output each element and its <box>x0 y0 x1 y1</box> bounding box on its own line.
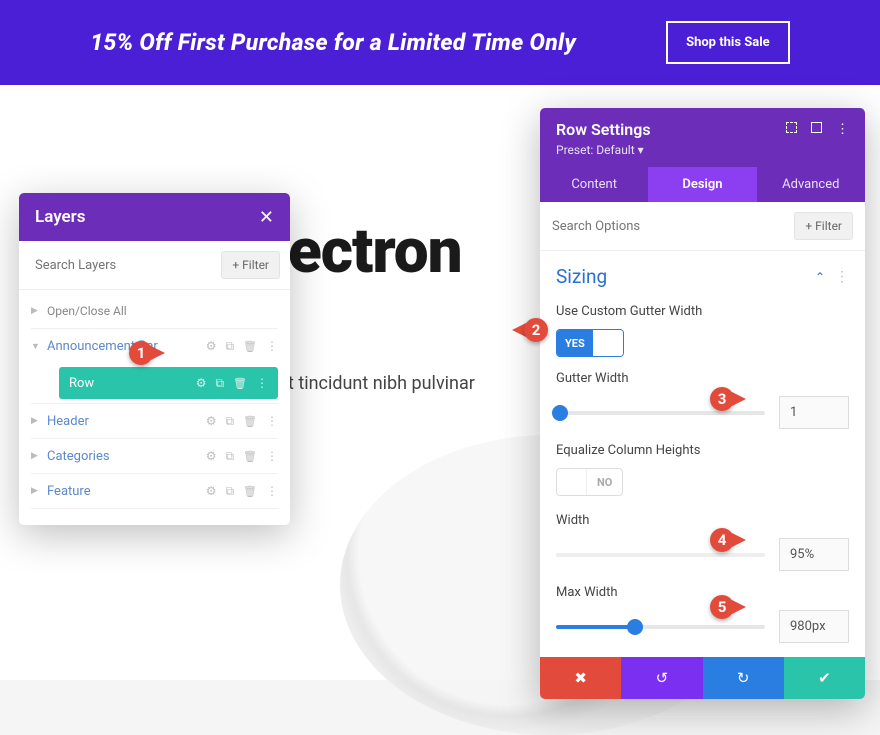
section-sizing-header[interactable]: Sizing ⌃ <box>540 251 865 294</box>
layers-filter-button[interactable]: + Filter <box>221 251 280 279</box>
layer-label: Feature <box>47 484 206 499</box>
settings-header: Row Settings Preset: Default ▾ <box>540 108 865 167</box>
layer-label: Header <box>47 414 206 429</box>
more-icon[interactable] <box>836 122 849 137</box>
promo-bar: 15% Off First Purchase for a Limited Tim… <box>0 0 880 85</box>
chevron-right-icon: ▶ <box>31 451 41 461</box>
chevron-right-icon: ▶ <box>31 416 41 426</box>
duplicate-icon[interactable] <box>225 339 234 354</box>
chevron-up-icon: ⌃ <box>815 270 825 284</box>
toggle-no-label: NO <box>587 476 622 489</box>
toggle-knob <box>557 469 587 495</box>
field-label: Width <box>556 513 849 528</box>
open-close-all[interactable]: ▶ Open/Close All <box>19 294 290 328</box>
cancel-button[interactable]: ✖ <box>540 657 621 699</box>
columns-icon[interactable] <box>811 122 822 137</box>
slider-gutter-width[interactable] <box>556 411 765 415</box>
gear-icon[interactable] <box>206 339 217 354</box>
duplicate-icon[interactable] <box>215 376 224 391</box>
more-icon[interactable] <box>266 414 278 429</box>
gear-icon[interactable] <box>206 449 217 464</box>
settings-filter-button[interactable]: + Filter <box>794 212 853 240</box>
stage: ectron t tincidunt nibh pulvinar Layers … <box>0 85 880 680</box>
tab-design[interactable]: Design <box>648 167 756 202</box>
toggle-knob <box>593 330 623 356</box>
hero-heading-fragment: ectron <box>288 215 462 288</box>
settings-title: Row Settings <box>556 120 786 139</box>
field-width: Width 95% <box>540 503 865 575</box>
field-label: Gutter Width <box>556 371 849 386</box>
save-button[interactable]: ✔ <box>784 657 865 699</box>
layers-search-input[interactable] <box>35 258 221 273</box>
close-icon[interactable]: ✕ <box>259 207 274 228</box>
toggle-yes-label: YES <box>557 330 593 356</box>
tab-content[interactable]: Content <box>540 167 648 202</box>
layers-header: Layers ✕ <box>19 193 290 241</box>
slider-width[interactable] <box>556 553 765 557</box>
gear-icon[interactable] <box>206 414 217 429</box>
field-label: Max Width <box>556 585 849 600</box>
more-icon[interactable] <box>266 449 278 464</box>
more-icon[interactable] <box>256 376 268 391</box>
field-custom-gutter: Use Custom Gutter Width YES <box>540 294 865 361</box>
layers-search-row: + Filter <box>19 241 290 290</box>
slider-thumb[interactable] <box>627 619 643 635</box>
layer-item-feature[interactable]: ▶ Feature <box>19 474 290 508</box>
layer-item-row-active[interactable]: Row <box>59 367 278 399</box>
more-icon[interactable] <box>835 269 849 285</box>
row-settings-panel: Row Settings Preset: Default ▾ Content D… <box>540 108 865 699</box>
layers-list: ▶ Open/Close All ▼ Announcement Bar Row <box>19 290 290 525</box>
gear-icon[interactable] <box>196 376 207 391</box>
layer-item-categories[interactable]: ▶ Categories <box>19 439 290 473</box>
trash-icon[interactable] <box>233 376 247 391</box>
duplicate-icon[interactable] <box>225 414 234 429</box>
trash-icon[interactable] <box>243 414 257 429</box>
duplicate-icon[interactable] <box>225 449 234 464</box>
gutter-width-value[interactable]: 1 <box>779 396 849 429</box>
toggle-equalize[interactable]: NO <box>556 468 623 496</box>
field-label: Use Custom Gutter Width <box>556 304 849 319</box>
chevron-down-icon: ▼ <box>31 341 41 352</box>
trash-icon[interactable] <box>243 484 257 499</box>
chevron-right-icon: ▶ <box>31 306 41 316</box>
layer-item-announcement-bar[interactable]: ▼ Announcement Bar <box>19 329 290 363</box>
field-equalize-heights: Equalize Column Heights NO <box>540 433 865 503</box>
undo-button[interactable]: ↺ <box>621 657 702 699</box>
layer-item-header[interactable]: ▶ Header <box>19 404 290 438</box>
gear-icon[interactable] <box>206 484 217 499</box>
max-width-value[interactable]: 980px <box>779 610 849 643</box>
redo-button[interactable]: ↻ <box>703 657 784 699</box>
tab-advanced[interactable]: Advanced <box>757 167 865 202</box>
layer-label: Row <box>69 376 196 391</box>
chevron-right-icon: ▶ <box>31 486 41 496</box>
action-bar: ✖ ↺ ↻ ✔ <box>540 657 865 699</box>
slider-max-width[interactable] <box>556 625 765 629</box>
layers-title: Layers <box>35 207 86 227</box>
slider-thumb[interactable] <box>552 405 568 421</box>
layer-label: Announcement Bar <box>47 339 206 354</box>
width-value[interactable]: 95% <box>779 538 849 571</box>
trash-icon[interactable] <box>243 339 257 354</box>
settings-search-row: + Filter <box>540 202 865 251</box>
hero-subtext-fragment: t tincidunt nibh pulvinar <box>288 373 475 394</box>
more-icon[interactable] <box>266 339 278 354</box>
duplicate-icon[interactable] <box>225 484 234 499</box>
layers-panel: Layers ✕ + Filter ▶ Open/Close All ▼ Ann… <box>19 193 290 525</box>
expand-icon[interactable] <box>786 122 797 137</box>
field-max-width: Max Width 980px <box>540 575 865 657</box>
toggle-custom-gutter[interactable]: YES <box>556 329 624 357</box>
field-gutter-width: Gutter Width 1 <box>540 361 865 433</box>
shop-sale-button[interactable]: Shop this Sale <box>666 21 790 64</box>
trash-icon[interactable] <box>243 449 257 464</box>
settings-tabs: Content Design Advanced <box>540 167 865 202</box>
preset-selector[interactable]: Preset: Default ▾ <box>556 143 849 157</box>
layer-label: Categories <box>47 449 206 464</box>
more-icon[interactable] <box>266 484 278 499</box>
field-label: Equalize Column Heights <box>556 443 849 458</box>
settings-search-input[interactable] <box>552 219 794 234</box>
promo-text: 15% Off First Purchase for a Limited Tim… <box>90 29 576 56</box>
section-title: Sizing <box>556 265 815 288</box>
